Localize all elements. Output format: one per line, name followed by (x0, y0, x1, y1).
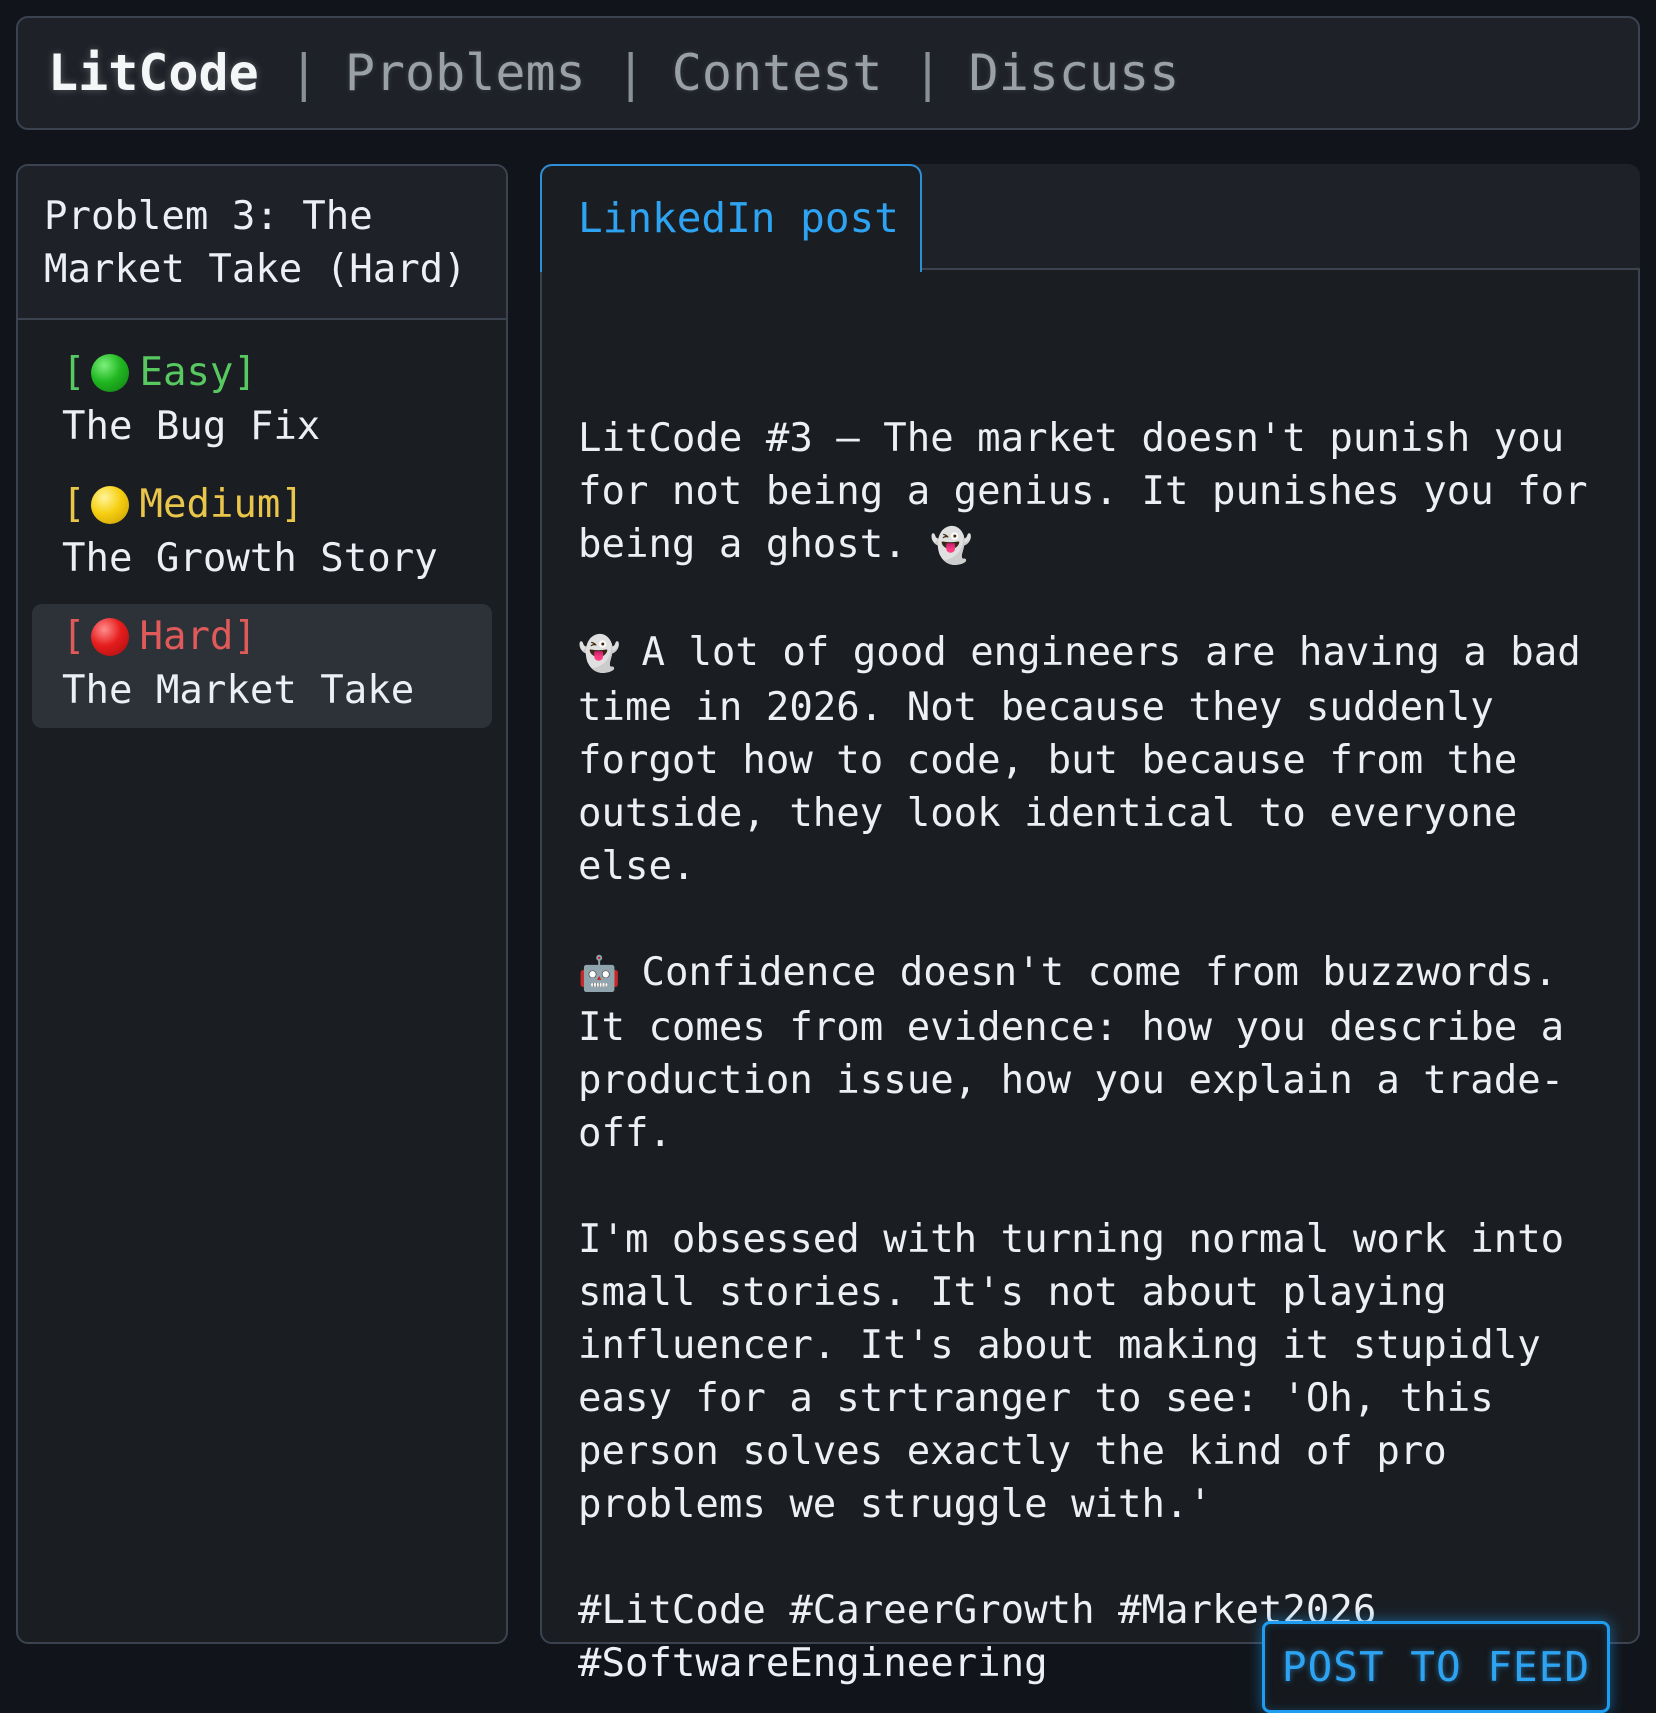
post-paragraph: 👻 A lot of good engineers are having a b… (578, 626, 1628, 893)
editor-panel: LitCode #3 – The market doesn't punish y… (540, 164, 1640, 1713)
tab-linkedin-post[interactable]: LinkedIn post (540, 164, 922, 272)
nav-separator: | (615, 44, 646, 102)
difficulty-text: Hard (139, 614, 234, 659)
bracket-close: ] (280, 482, 304, 527)
bracket-close: ] (233, 614, 257, 659)
ghost-icon: 👻 (578, 634, 621, 674)
problem-title: The Bug Fix (62, 404, 321, 449)
problem-title: The Growth Story (62, 536, 438, 581)
problem-item-easy[interactable]: [ Easy] The Bug Fix (32, 340, 492, 464)
nav-link-problems[interactable]: Problems (345, 44, 586, 102)
sidebar-title-line: Market Take (Hard) (44, 247, 467, 292)
post-paragraph-text: LitCode #3 – The market doesn't punish y… (578, 416, 1588, 567)
bracket-open: [ (62, 614, 86, 659)
problem-title: The Market Take (62, 668, 415, 713)
bracket-close: ] (233, 350, 257, 395)
bracket-open: [ (62, 482, 86, 527)
red-circle-icon (91, 618, 130, 656)
post-content-area[interactable]: LitCode #3 – The market doesn't punish y… (540, 268, 1640, 1713)
problem-item-medium[interactable]: [ Medium] The Growth Story (32, 472, 492, 596)
post-text: LitCode #3 – The market doesn't punish y… (578, 412, 1628, 1690)
difficulty-text: Medium (139, 482, 281, 527)
sidebar-header: Problem 3: The Market Take (Hard) (18, 166, 506, 320)
green-circle-icon (91, 354, 130, 392)
difficulty-label: [ Easy] (62, 346, 462, 400)
nav-separator: | (288, 44, 319, 102)
problem-list: [ Easy] The Bug Fix [ Medium] The Growth S… (18, 320, 506, 728)
post-paragraph-text: A lot of good engineers are having a bad… (578, 630, 1581, 889)
difficulty-text: Easy (139, 350, 234, 395)
ghost-icon: 👻 (930, 526, 973, 566)
post-paragraph: 🤖 Confidence doesn't come from buzzwords… (578, 946, 1628, 1160)
nav-link-discuss[interactable]: Discuss (969, 44, 1180, 102)
post-paragraph: I'm obsessed with turning normal work in… (578, 1217, 1565, 1527)
sidebar-title-line: Problem 3: The (44, 194, 373, 239)
post-paragraph: LitCode #3 – The market doesn't punish y… (578, 412, 1628, 573)
difficulty-label: [ Hard] (62, 610, 462, 664)
robot-icon: 🤖 (578, 954, 621, 994)
post-paragraph-text: Confidence doesn't come from buzzwords. … (578, 950, 1565, 1156)
brand-logo[interactable]: LitCode (48, 44, 259, 102)
yellow-circle-icon (91, 486, 130, 524)
bracket-open: [ (62, 350, 86, 395)
nav-link-contest[interactable]: Contest (672, 44, 883, 102)
problem-item-hard[interactable]: [ Hard] The Market Take (32, 604, 492, 728)
post-to-feed-button[interactable]: POST TO FEED (1262, 1621, 1610, 1713)
top-nav-bar: LitCode | Problems | Contest | Discuss (16, 16, 1640, 130)
difficulty-label: [ Medium] (62, 478, 462, 532)
nav-separator: | (912, 44, 943, 102)
problem-sidebar: Problem 3: The Market Take (Hard) [ Easy]… (16, 164, 508, 1644)
